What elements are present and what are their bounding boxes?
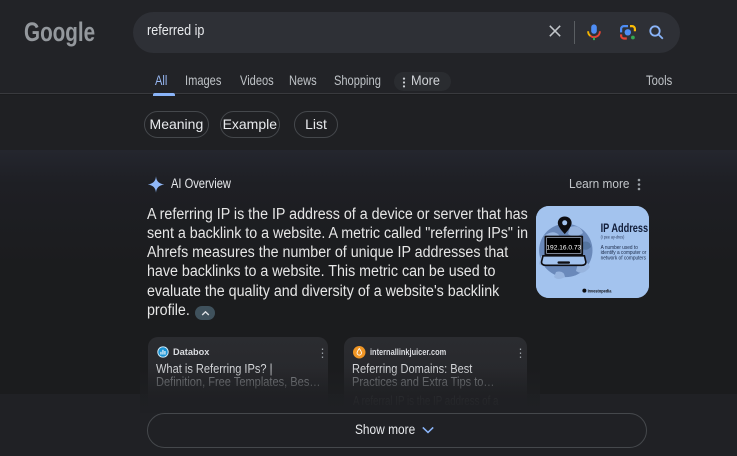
svg-text:192.16.0.73: 192.16.0.73: [546, 244, 581, 251]
svg-text:network of computers: network of computers: [600, 255, 646, 261]
svg-text:(I pee ay-dres): (I pee ay-dres): [600, 234, 624, 239]
svg-text:Investopedia: Investopedia: [587, 288, 611, 293]
